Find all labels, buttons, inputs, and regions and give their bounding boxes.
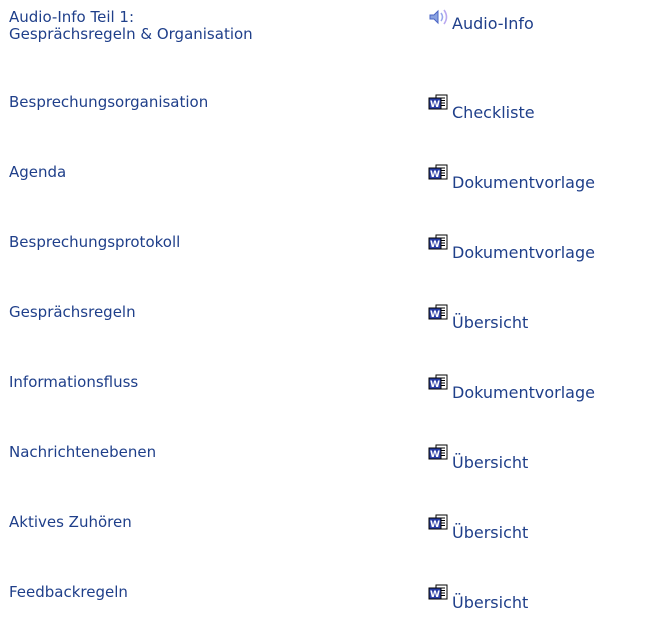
word-document-icon: W xyxy=(428,164,448,180)
list-item: Informationsfluss W Dokumentvorlage xyxy=(0,374,652,434)
word-document-icon: W xyxy=(428,444,448,460)
list-item: Besprechungsorganisation W Checkliste xyxy=(0,94,652,154)
item-title: Nachrichtenebenen xyxy=(9,443,157,461)
list-item: Aktives Zuhören W Übersicht xyxy=(0,514,652,574)
svg-text:W: W xyxy=(430,170,440,180)
list-item: Besprechungsprotokoll W Dokumentvorlage xyxy=(0,234,652,294)
item-title: Besprechungsorganisation xyxy=(9,93,209,111)
link-label[interactable]: Dokumentvorlage xyxy=(452,244,595,262)
link-label[interactable]: Übersicht xyxy=(452,454,528,472)
word-document-icon: W xyxy=(428,584,448,600)
item-title: Besprechungsprotokoll xyxy=(9,233,181,251)
list-item: Nachrichtenebenen W Übersicht xyxy=(0,444,652,504)
word-document-icon: W xyxy=(428,234,448,250)
item-title: Audio-Info Teil 1: Gesprächsregeln & Org… xyxy=(9,8,253,43)
svg-text:W: W xyxy=(430,520,440,530)
svg-text:W: W xyxy=(430,240,440,250)
svg-text:W: W xyxy=(430,590,440,600)
word-document-icon: W xyxy=(428,374,448,390)
list-item: Agenda W Dokumentvorlage xyxy=(0,164,652,224)
list-item: Gesprächsregeln W Übersicht xyxy=(0,304,652,364)
svg-text:W: W xyxy=(430,380,440,390)
link-label[interactable]: Übersicht xyxy=(452,594,528,612)
item-title: Gesprächsregeln xyxy=(9,303,136,321)
link-label[interactable]: Dokumentvorlage xyxy=(452,174,595,192)
link-label[interactable]: Übersicht xyxy=(452,524,528,542)
list-item: Feedbackregeln W Übersicht xyxy=(0,584,652,644)
word-document-icon: W xyxy=(428,94,448,110)
svg-text:W: W xyxy=(430,100,440,110)
word-document-icon: W xyxy=(428,514,448,530)
svg-text:W: W xyxy=(430,310,440,320)
svg-text:W: W xyxy=(430,450,440,460)
word-document-icon: W xyxy=(428,304,448,320)
item-title: Agenda xyxy=(9,163,67,181)
item-title: Informationsfluss xyxy=(9,373,139,391)
link-label[interactable]: Audio-Info xyxy=(452,15,534,33)
link-label[interactable]: Übersicht xyxy=(452,314,528,332)
list-item: Audio-Info Teil 1: Gesprächsregeln & Org… xyxy=(0,6,652,66)
item-title: Aktives Zuhören xyxy=(9,513,132,531)
link-label[interactable]: Dokumentvorlage xyxy=(452,384,595,402)
link-label[interactable]: Checkliste xyxy=(452,104,535,122)
item-title: Feedbackregeln xyxy=(9,583,128,601)
speaker-icon xyxy=(429,9,448,25)
